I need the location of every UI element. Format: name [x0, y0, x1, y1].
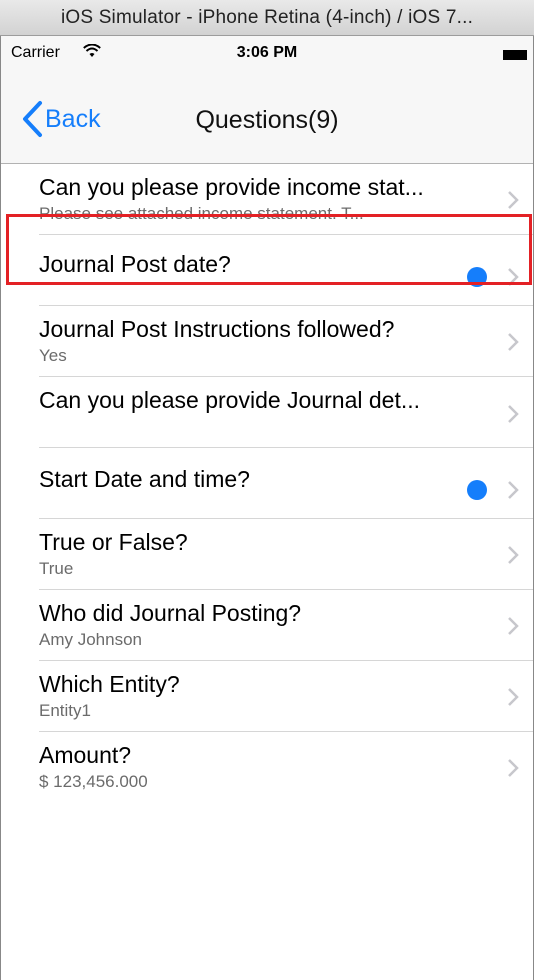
unanswered-dot-icon — [467, 267, 487, 287]
question-title: Which Entity? — [39, 671, 180, 697]
question-answer: Yes — [39, 346, 67, 365]
question-title: Journal Post Instructions followed? — [39, 316, 395, 342]
question-title: Amount? — [39, 742, 132, 768]
status-bar: Carrier 3:06 PM — [1, 36, 533, 72]
unanswered-dot-icon — [467, 480, 487, 500]
question-answer: Amy Johnson — [39, 630, 142, 649]
question-row-5[interactable]: Start Date and time? — [1, 448, 533, 519]
question-answer: Please see attached income statement. T.… — [39, 204, 364, 223]
chevron-right-icon — [508, 333, 519, 351]
chevron-right-icon — [508, 546, 519, 564]
phone-screen: Carrier 3:06 PM Back Questions(9) Can yo… — [0, 36, 534, 980]
question-title: Start Date and time? — [39, 466, 250, 492]
question-answer: $ 123,456.000 — [39, 772, 148, 791]
chevron-right-icon — [508, 481, 519, 499]
status-time: 3:06 PM — [236, 44, 298, 61]
chevron-right-icon — [508, 268, 519, 286]
battery-icon — [503, 50, 527, 60]
question-row-3[interactable]: Journal Post Instructions followed? Yes — [1, 306, 533, 377]
chevron-right-icon — [508, 759, 519, 777]
question-answer: True — [39, 559, 74, 578]
question-row-1[interactable]: Can you please provide income stat... Pl… — [1, 164, 533, 235]
chevron-right-icon — [508, 688, 519, 706]
question-row-6[interactable]: True or False? True — [1, 519, 533, 590]
question-row-9[interactable]: Amount? $ 123,456.000 — [1, 732, 533, 803]
question-title: True or False? — [39, 529, 188, 555]
window-title: iOS Simulator - iPhone Retina (4-inch) /… — [60, 7, 474, 28]
navigation-bar: Back Questions(9) — [1, 72, 533, 164]
question-title: Can you please provide income stat... — [39, 174, 424, 200]
question-row-2[interactable]: Journal Post date? — [1, 235, 533, 306]
chevron-right-icon — [508, 617, 519, 635]
question-row-7[interactable]: Who did Journal Posting? Amy Johnson — [1, 590, 533, 661]
question-title: Journal Post date? — [39, 251, 231, 277]
chevron-right-icon — [508, 405, 519, 423]
question-row-8[interactable]: Which Entity? Entity1 — [1, 661, 533, 732]
question-row-4[interactable]: Can you please provide Journal det... — [1, 377, 533, 448]
chevron-right-icon — [508, 191, 519, 209]
question-answer: Entity1 — [39, 701, 91, 720]
page-title: Questions(9) — [195, 106, 339, 134]
simulator-titlebar: iOS Simulator - iPhone Retina (4-inch) /… — [0, 0, 534, 36]
question-title: Can you please provide Journal det... — [39, 387, 421, 413]
question-title: Who did Journal Posting? — [39, 600, 302, 626]
